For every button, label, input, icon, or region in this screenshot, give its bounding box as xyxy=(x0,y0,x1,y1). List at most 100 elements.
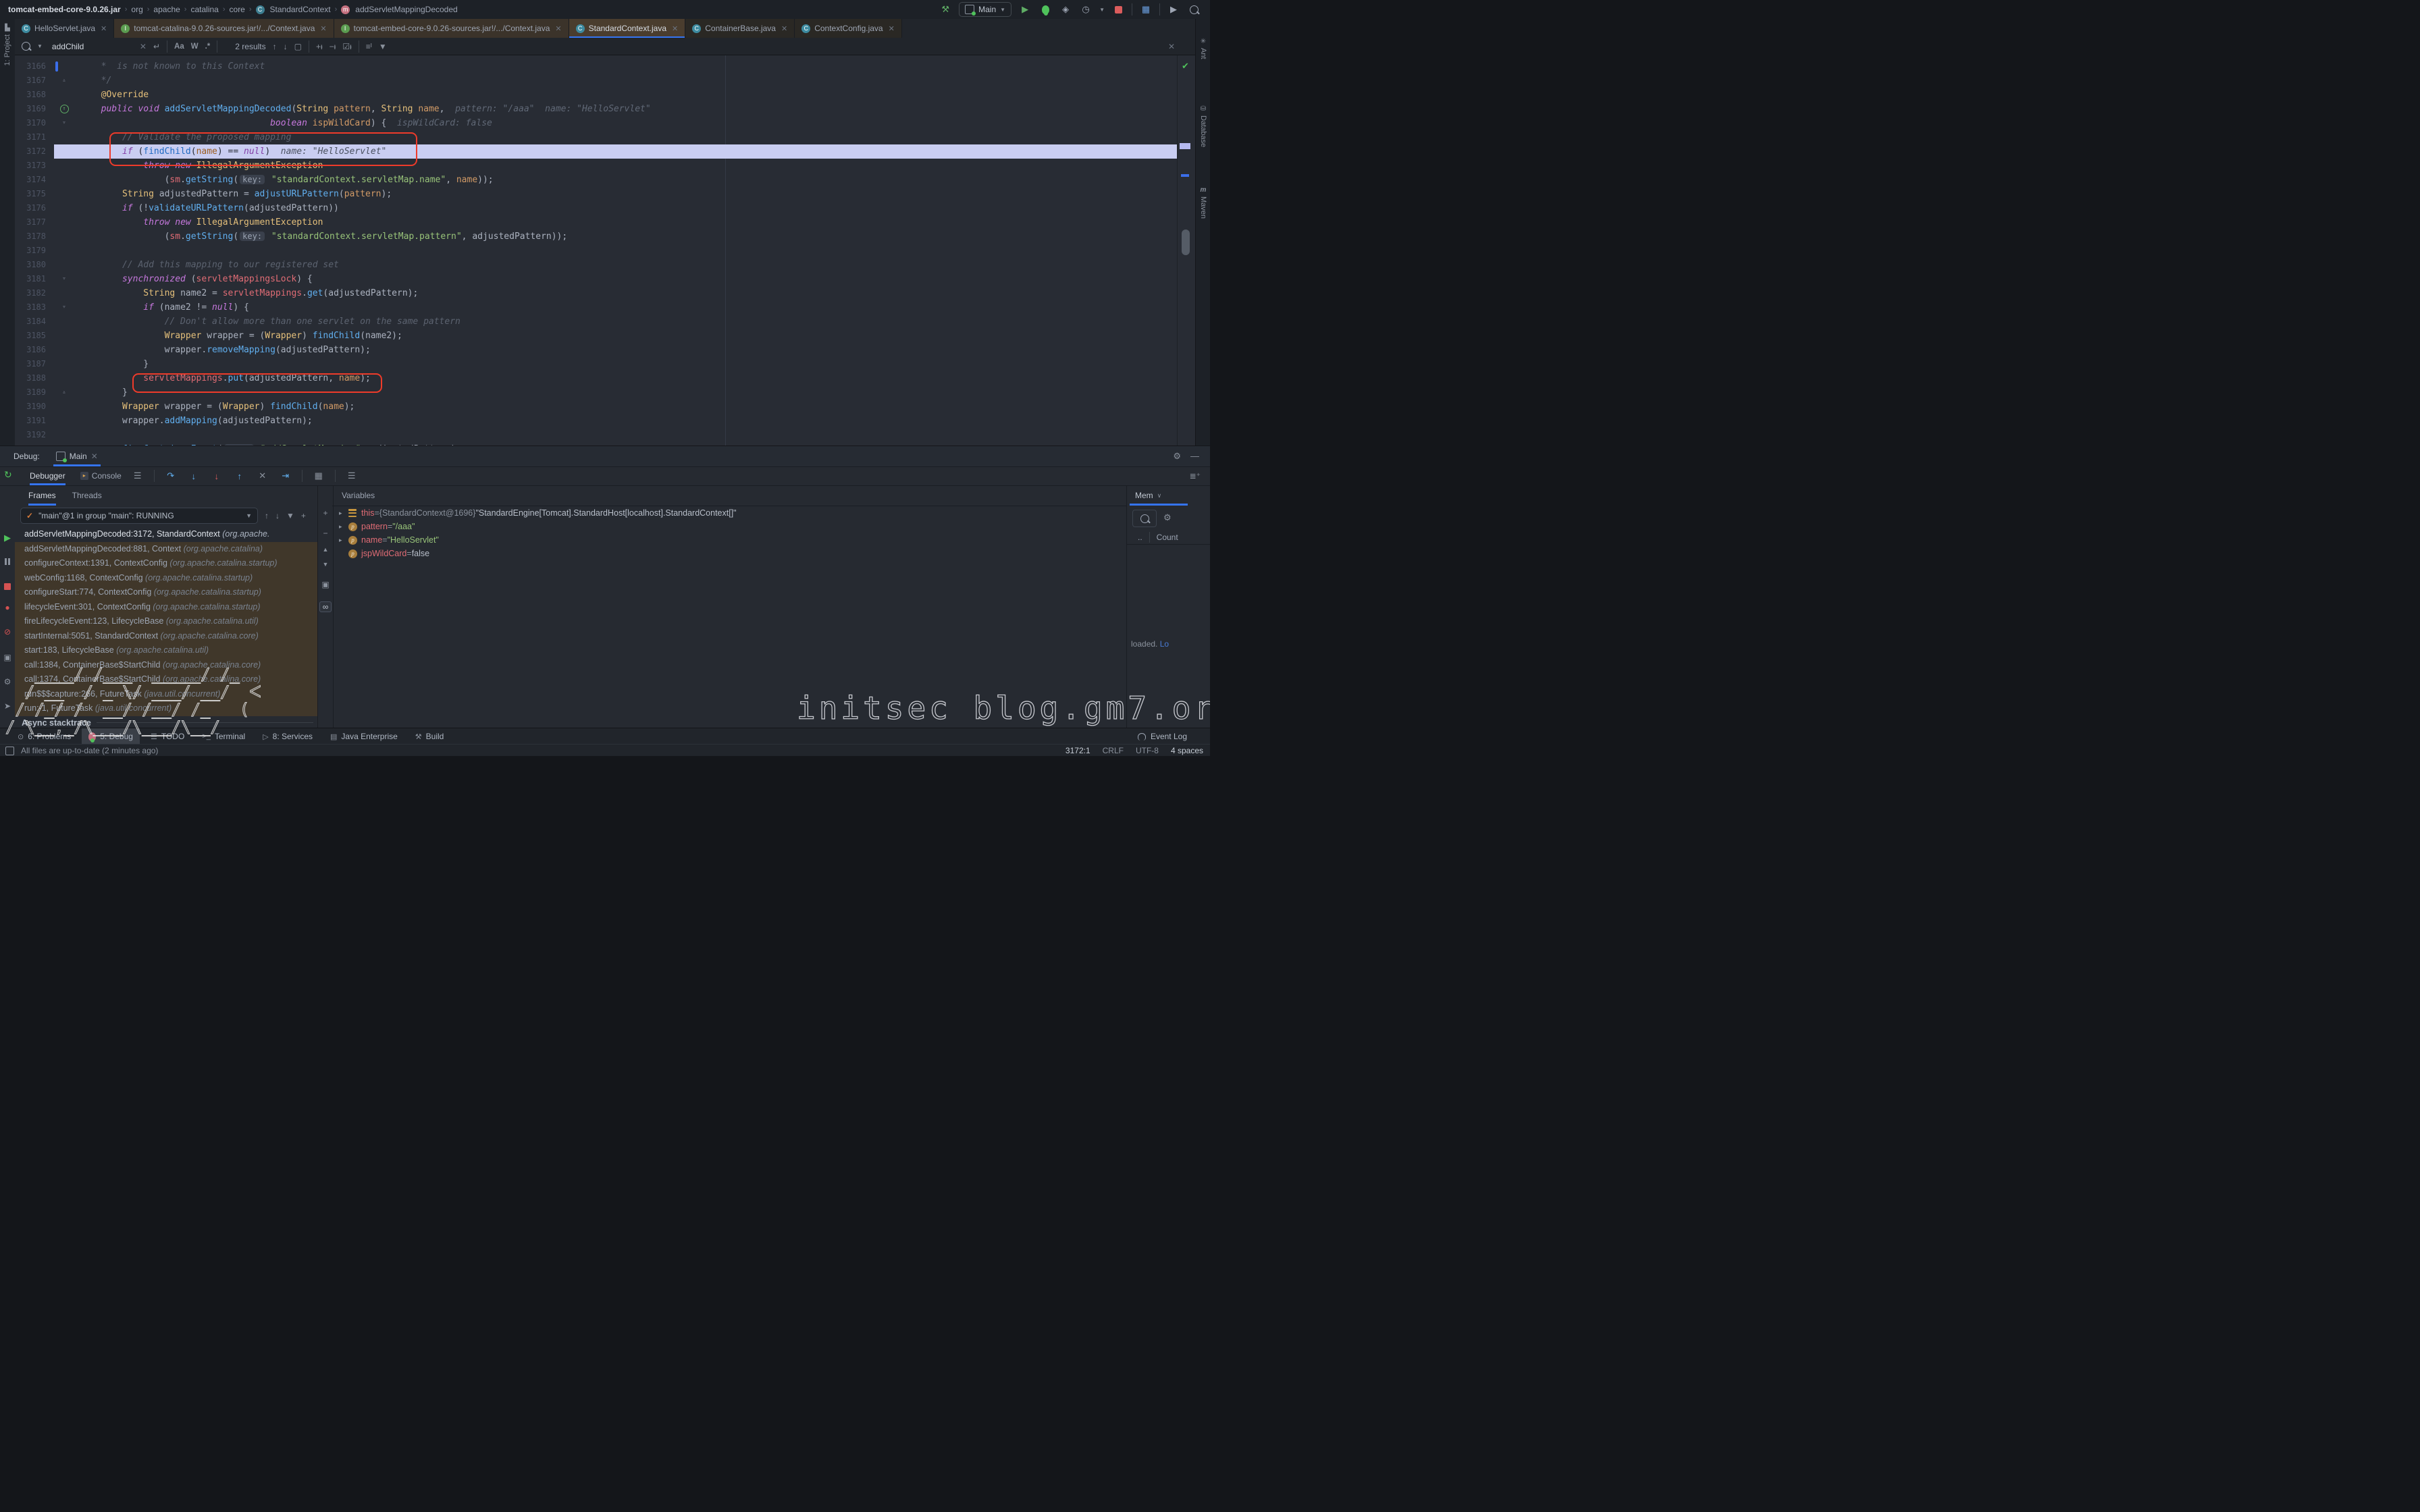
variable-row[interactable]: ▸this = {StandardContext@1696} "Standard… xyxy=(332,506,1126,520)
search-toggle-aa[interactable]: Aa xyxy=(174,43,184,51)
project-structure-icon[interactable]: ▦ xyxy=(1139,3,1153,16)
search-history-chevron-icon[interactable]: ▼ xyxy=(37,43,43,49)
scrollbar-thumb[interactable] xyxy=(1182,230,1190,255)
copy-stack-icon[interactable]: ▣ xyxy=(318,580,333,589)
force-step-into-button[interactable]: ↓ xyxy=(210,471,223,481)
stack-frame[interactable]: startInternal:5051, StandardContext (org… xyxy=(15,629,317,644)
editor-tab[interactable]: CHelloServlet.java✕ xyxy=(15,19,114,38)
caret-marker[interactable] xyxy=(1181,174,1189,177)
scroll-up-icon[interactable]: ▲ xyxy=(318,546,333,553)
status-widget[interactable]: CRLF xyxy=(1103,746,1124,755)
close-icon[interactable]: ✕ xyxy=(672,24,678,33)
code-line[interactable]: 3190 Wrapper wrapper = (Wrapper) findChi… xyxy=(15,400,1195,414)
code-line[interactable]: 3171 // Validate the proposed mapping xyxy=(15,130,1195,144)
tool-window-button-build[interactable]: ⚒Build xyxy=(409,728,451,745)
line-number[interactable]: 3187 xyxy=(15,357,54,371)
sidebar-item-project[interactable]: ▙ 1: Project xyxy=(0,24,15,65)
line-number[interactable]: 3177 xyxy=(15,215,54,230)
line-number[interactable]: 3190 xyxy=(15,400,54,414)
line-number[interactable]: 3184 xyxy=(15,315,54,329)
fold-marker[interactable]: ▿ xyxy=(54,116,74,130)
newline-icon[interactable]: ↵ xyxy=(153,42,160,51)
close-icon[interactable]: ✕ xyxy=(781,24,787,33)
code-line[interactable]: 3184 // Don't allow more than one servle… xyxy=(15,315,1195,329)
editor-tab[interactable]: CContextConfig.java✕ xyxy=(795,19,902,38)
code-line[interactable]: 3189▵ } xyxy=(15,385,1195,400)
fold-marker[interactable]: ▿ xyxy=(54,272,74,286)
expand-chevron-icon[interactable]: ▸ xyxy=(339,510,348,517)
add-occurrence-icon[interactable]: +ᵻ xyxy=(316,42,323,51)
debug-session-tab[interactable]: Main ✕ xyxy=(53,446,101,466)
search-toggle-w[interactable]: W xyxy=(191,43,199,51)
sidebar-item-database[interactable]: ⛁ Database xyxy=(1196,105,1210,147)
variable-row[interactable]: ▸pname = "HelloServlet" xyxy=(332,533,1126,547)
select-all-occurrences-icon[interactable]: ☑ᵻ xyxy=(342,42,351,51)
close-icon[interactable]: ✕ xyxy=(101,24,107,33)
breadcrumb-item[interactable]: tomcat-embed-core-9.0.26.jar xyxy=(8,5,121,14)
line-number[interactable]: 3171 xyxy=(15,130,54,144)
profiler-chevron-icon[interactable]: ▼ xyxy=(1099,7,1105,13)
step-into-button[interactable]: ↓ xyxy=(187,471,201,481)
breadcrumb-item[interactable]: core xyxy=(230,5,245,14)
expand-chevron-icon[interactable]: ▸ xyxy=(339,537,348,544)
stack-frame[interactable]: configureStart:774, ContextConfig (org.a… xyxy=(15,585,317,600)
editor-scroll-stripe[interactable]: ✔ xyxy=(1177,55,1195,446)
stop-button[interactable] xyxy=(1111,3,1125,16)
memory-search-box[interactable] xyxy=(1132,510,1157,527)
stack-frame[interactable]: run$$$capture:266, FutureTask (java.util… xyxy=(15,687,317,702)
add-icon[interactable]: + xyxy=(318,508,333,518)
next-frame-icon[interactable]: ↓ xyxy=(275,511,280,520)
run-config-selector[interactable]: Main ▼ xyxy=(959,2,1011,17)
minimize-icon[interactable]: — xyxy=(1190,451,1199,462)
line-number[interactable]: 3178 xyxy=(15,230,54,244)
gear-icon[interactable]: ⚙ xyxy=(1173,451,1181,462)
stack-frames-list[interactable]: addServletMappingDecoded:3172, StandardC… xyxy=(15,527,317,728)
breadcrumb-item[interactable]: apache xyxy=(153,5,180,14)
code-line[interactable]: 3181▿ synchronized (servletMappingsLock)… xyxy=(15,272,1195,286)
editor-tab[interactable]: Itomcat-catalina-9.0.26-sources.jar!/...… xyxy=(114,19,334,38)
event-log-button[interactable]: Event Log xyxy=(1138,732,1187,741)
stack-frame[interactable]: fireLifecycleEvent:123, LifecycleBase (o… xyxy=(15,614,317,629)
line-number[interactable]: 3192 xyxy=(15,428,54,442)
tool-window-button-java-enterprise[interactable]: ▤Java Enterprise xyxy=(323,728,404,745)
line-number[interactable]: 3186 xyxy=(15,343,54,357)
stack-frame[interactable]: run:-1, FutureTask (java.util.concurrent… xyxy=(15,701,317,716)
override-gutter-icon[interactable]: ↑ xyxy=(54,102,74,116)
coverage-button[interactable]: ◈ xyxy=(1059,3,1072,16)
code-line[interactable]: 3176 if (!validateURLPattern(adjustedPat… xyxy=(15,201,1195,215)
layout-toggle-icon[interactable] xyxy=(5,747,14,755)
line-number[interactable]: 3173 xyxy=(15,159,54,173)
pause-icon-bar2[interactable] xyxy=(8,558,10,565)
code-line[interactable]: 3191 wrapper.addMapping(adjustedPattern)… xyxy=(15,414,1195,428)
variable-row[interactable]: pjspWildCard = false xyxy=(332,547,1126,560)
run-to-cursor-button[interactable]: ⇥ xyxy=(279,470,292,481)
stack-frame[interactable]: addServletMappingDecoded:881, Context (o… xyxy=(15,542,317,557)
add-icon[interactable]: + xyxy=(301,511,306,520)
variable-row[interactable]: ▸ppattern = "/aaa" xyxy=(332,520,1126,533)
stop-debug-button[interactable] xyxy=(4,583,11,590)
prev-occurrence-icon[interactable]: ↑ xyxy=(273,42,277,51)
line-number[interactable]: 3189 xyxy=(15,385,54,400)
code-line[interactable]: 3187 } xyxy=(15,357,1195,371)
pause-icon-bar[interactable] xyxy=(5,558,7,565)
code-line[interactable]: 3192 xyxy=(15,428,1195,442)
stack-frame[interactable]: call:1374, ContainerBase$StartChild (org… xyxy=(15,672,317,687)
breadcrumb-item[interactable]: StandardContext xyxy=(270,5,331,14)
code-area[interactable]: 3166 * is not known to this Context3167▵… xyxy=(15,59,1195,446)
line-number[interactable]: 3191 xyxy=(15,414,54,428)
async-stacks-toggle[interactable]: ∞ xyxy=(319,601,332,612)
breadcrumb[interactable]: tomcat-embed-core-9.0.26.jar›org›apache›… xyxy=(0,5,458,14)
search-options-icon[interactable]: ≡ᴵ xyxy=(366,42,372,51)
status-widget[interactable]: UTF-8 xyxy=(1136,746,1159,755)
editor-tab[interactable]: CStandardContext.java✕ xyxy=(569,19,686,38)
code-line[interactable]: 3177 throw new IllegalArgumentException xyxy=(15,215,1195,230)
step-out-button[interactable]: ↑ xyxy=(233,471,246,481)
fold-marker[interactable]: ▵ xyxy=(54,74,74,88)
stack-frame[interactable]: configureContext:1391, ContextConfig (or… xyxy=(15,556,317,571)
run-button[interactable]: ▶ xyxy=(1018,3,1032,16)
thread-dropdown[interactable]: ✓ "main"@1 in group "main": RUNNING ▼ xyxy=(20,508,258,524)
tab-frames[interactable]: Frames xyxy=(28,485,56,506)
code-line[interactable]: 3185 Wrapper wrapper = (Wrapper) findChi… xyxy=(15,329,1195,343)
layout-icon[interactable]: ☰ xyxy=(131,470,144,481)
breadcrumb-item[interactable]: catalina xyxy=(190,5,218,14)
